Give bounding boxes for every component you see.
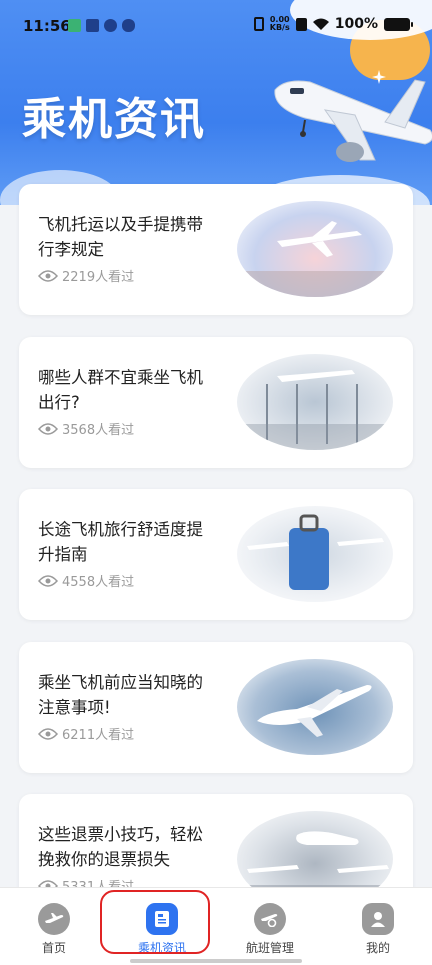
tab-home[interactable]: 首页 [0,888,108,965]
article-thumbnail [237,354,393,450]
mail-icon [86,19,99,32]
tab-label: 首页 [41,941,66,955]
article-thumbnail [237,659,393,755]
view-count-text: 2219人看过 [62,270,135,285]
article-title: 飞机托运以及手提携带行李规定 [38,215,203,259]
article-thumbnail [237,201,393,297]
eye-icon [38,727,58,740]
article-thumbnail [237,506,393,602]
article-card[interactable]: 飞机托运以及手提携带行李规定 2219人看过 [19,184,413,315]
net-speed: 0.00 KB/s [269,15,290,32]
tab-profile[interactable]: 我的 [324,888,432,965]
app-notification-icon [68,19,81,32]
user-icon [362,903,394,935]
eye-icon [38,269,58,282]
view-count: 6211人看过 [38,724,134,743]
battery-percent: 100% [334,16,378,32]
wifi-icon [312,18,329,30]
sparkle-icon [372,70,386,84]
bottom-tab-bar: 首页 乘机资讯 航班管理 我的 [0,887,432,965]
view-count: 4558人看过 [38,571,134,590]
article-title: 哪些人群不宜乘坐飞机出行? [38,368,203,412]
page-title: 乘机资讯 [22,94,206,145]
article-title: 乘坐飞机前应当知晓的注意事项! [38,673,203,717]
app-notification-icon [104,19,117,32]
article-title: 这些退票小技巧，轻松挽救你的退票损失 [38,825,203,869]
battery-icon [384,17,413,31]
airplane-icon [274,79,432,162]
view-count-text: 6211人看过 [62,728,135,743]
article-card[interactable]: 哪些人群不宜乘坐飞机出行? 3568人看过 [19,337,413,468]
tab-flight-management[interactable]: 航班管理 [216,888,324,965]
view-count-text: 4558人看过 [62,575,135,590]
highlight-annotation [100,890,210,954]
link-icon [122,19,135,32]
view-count: 2219人看过 [38,266,134,285]
home-indicator [130,959,302,963]
eye-icon [38,422,58,435]
article-card[interactable]: 乘坐飞机前应当知晓的注意事项! 6211人看过 [19,642,413,773]
sim-icon [295,17,307,31]
article-card[interactable]: 长途飞机旅行舒适度提升指南 4558人看过 [19,489,413,620]
eye-icon [38,574,58,587]
view-count: 3568人看过 [38,419,134,438]
vibrate-icon [253,17,264,31]
plane-icon [38,903,70,935]
view-count-text: 3568人看过 [62,423,135,438]
tab-label: 航班管理 [245,941,294,955]
status-bar: 11:56 0.00 KB/s 100% [0,0,432,52]
article-title: 长途飞机旅行舒适度提升指南 [38,520,203,564]
flight-manage-icon [254,903,286,935]
tab-label: 我的 [365,941,390,955]
status-time: 11:56 [23,17,71,35]
